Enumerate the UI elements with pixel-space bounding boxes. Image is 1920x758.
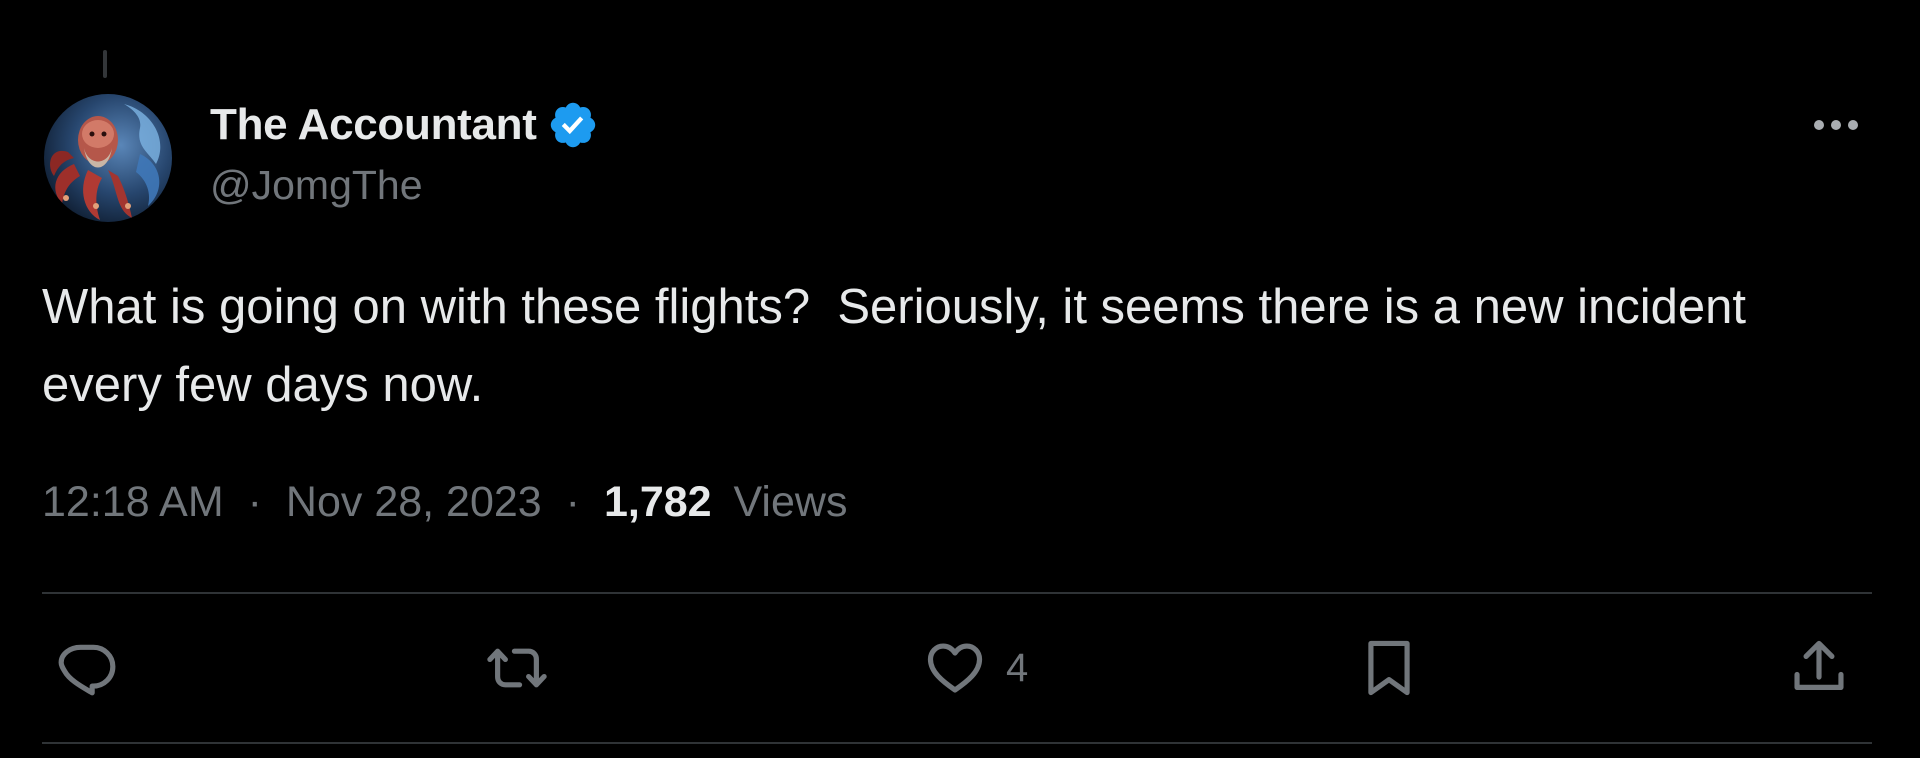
reply-button[interactable] (56, 636, 138, 700)
tweet-time[interactable]: 12:18 AM (42, 478, 224, 526)
avatar[interactable] (44, 94, 172, 222)
reply-icon (58, 644, 116, 696)
more-options-button[interactable] (1806, 100, 1866, 150)
meta-separator: · (247, 478, 262, 526)
avatar-image (44, 94, 172, 222)
bookmark-button[interactable] (1358, 636, 1440, 700)
tweet-text: What is going on with these flights? Ser… (42, 280, 1760, 412)
like-button[interactable]: 4 (924, 636, 1028, 700)
verified-badge-icon[interactable] (547, 99, 599, 151)
tweet-date[interactable]: Nov 28, 2023 (286, 478, 542, 526)
thread-connector-line (103, 50, 107, 78)
bookmark-icon (1368, 640, 1410, 696)
heart-icon (927, 643, 983, 693)
retweet-icon (487, 648, 547, 688)
share-icon (1794, 640, 1844, 690)
divider-top (42, 592, 1872, 594)
share-button[interactable] (1788, 636, 1870, 700)
user-handle[interactable]: @JomgThe (210, 162, 423, 209)
display-name[interactable]: The Accountant (210, 100, 537, 150)
tweet-metadata: 12:18 AM · Nov 28, 2023 · 1,782 Views (42, 478, 847, 527)
views-count: 1,782 (603, 478, 712, 526)
views-label: Views (733, 478, 848, 526)
retweet-button[interactable] (486, 636, 568, 700)
meta-separator: · (565, 478, 580, 526)
like-count: 4 (1006, 645, 1029, 690)
more-icon (1814, 120, 1858, 130)
divider-bottom (42, 742, 1872, 744)
author-name-row[interactable]: The Accountant (210, 98, 599, 152)
